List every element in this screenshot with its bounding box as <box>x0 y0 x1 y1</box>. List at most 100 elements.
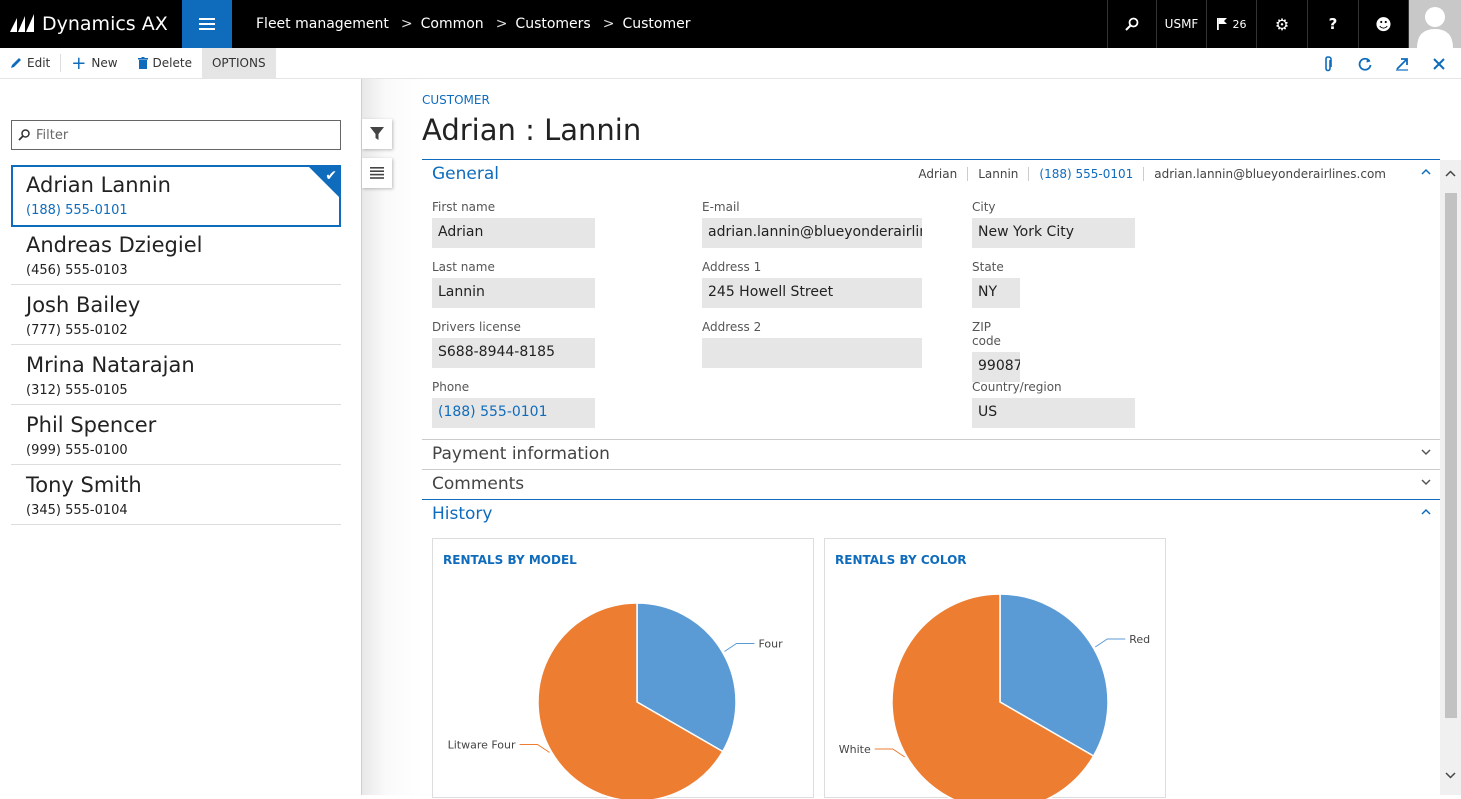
list-item[interactable]: Tony Smith (345) 555-0104 <box>11 465 341 525</box>
scroll-down-icon[interactable] <box>1445 771 1456 779</box>
hamburger-menu-button[interactable] <box>182 0 232 48</box>
last-name-input[interactable]: Lannin <box>432 278 595 308</box>
refresh-button[interactable] <box>1346 57 1383 71</box>
brand[interactable]: Dynamics AX <box>0 0 182 48</box>
first-name-input[interactable]: Adrian <box>432 218 595 248</box>
help-button[interactable]: ? <box>1307 0 1358 48</box>
refresh-icon <box>1358 57 1371 71</box>
phone-input[interactable]: (188) 555-0101 <box>432 398 595 428</box>
list-gutter <box>362 79 422 795</box>
company-picker[interactable]: USMF <box>1156 0 1206 48</box>
breadcrumb-separator-icon: > <box>495 16 508 32</box>
filter-button[interactable] <box>362 119 392 149</box>
close-button[interactable] <box>1420 57 1457 70</box>
top-bar: Dynamics AX Fleet management > Common > … <box>0 0 1461 48</box>
field-label: ZIP code <box>972 320 1001 348</box>
pie-leader-line <box>1094 638 1126 648</box>
drivers-license-input[interactable]: S688-8944-8185 <box>432 338 595 368</box>
customer-name: Andreas Dziegiel <box>26 233 203 257</box>
chevron-down-icon <box>1421 479 1431 486</box>
search-icon <box>18 129 30 141</box>
avatar[interactable] <box>1409 0 1461 48</box>
options-tab[interactable]: OPTIONS <box>201 47 276 79</box>
pie-chart-svg: Four Litware Four <box>448 602 783 799</box>
list-item[interactable]: Phil Spencer (999) 555-0100 <box>11 405 341 465</box>
scroll-up-icon[interactable] <box>1445 170 1456 178</box>
edit-label: Edit <box>27 56 51 70</box>
plus-icon: + <box>71 52 87 74</box>
action-pane: Edit + New Delete OPTIONS <box>0 47 1461 79</box>
state-input[interactable]: NY <box>972 278 1020 308</box>
list-item[interactable]: Josh Bailey (777) 555-0102 <box>11 285 341 345</box>
pie-leader-line <box>724 643 755 652</box>
pie-label: White <box>839 743 871 756</box>
breadcrumb-separator-icon: > <box>400 16 413 32</box>
company-label: USMF <box>1164 17 1199 31</box>
state-field: State NY <box>972 260 1020 308</box>
list-item[interactable]: Andreas Dziegiel (456) 555-0103 <box>11 225 341 285</box>
page-title: Adrian : Lannin <box>422 113 642 147</box>
list-item-selected[interactable]: ✔ Adrian Lannin (188) 555-0101 <box>11 165 341 227</box>
city-input[interactable]: New York City <box>972 218 1135 248</box>
customer-name: Phil Spencer <box>26 413 157 437</box>
scrollbar-thumb[interactable] <box>1445 193 1457 718</box>
delete-label: Delete <box>152 56 192 70</box>
user-icon <box>1409 0 1461 48</box>
search-icon <box>1125 17 1139 31</box>
vertical-scrollbar[interactable] <box>1440 160 1461 795</box>
address2-field: Address 2 <box>702 320 922 368</box>
payment-section[interactable]: Payment information <box>422 439 1440 469</box>
country-input[interactable]: US <box>972 398 1135 428</box>
filter-input[interactable]: Filter <box>11 120 341 150</box>
new-label: New <box>91 56 118 70</box>
paperclip-icon <box>1324 55 1332 71</box>
field-label: Last name <box>432 260 495 274</box>
attach-button[interactable] <box>1309 55 1346 72</box>
zip-input[interactable]: 99087 <box>972 352 1020 382</box>
edit-button[interactable]: Edit <box>0 48 60 79</box>
delete-button[interactable]: Delete <box>128 48 202 79</box>
list-item[interactable]: Mrina Natarajan (312) 555-0105 <box>11 345 341 405</box>
list-icon <box>370 167 384 179</box>
filter-placeholder: Filter <box>36 127 69 143</box>
address2-input[interactable] <box>702 338 922 368</box>
field-label: Phone <box>432 380 470 394</box>
customer-phone: (456) 555-0103 <box>26 263 128 278</box>
chevron-down-icon <box>1421 449 1431 456</box>
new-button[interactable]: + New <box>61 48 127 79</box>
trash-icon <box>137 57 148 69</box>
breadcrumb-item[interactable]: Fleet management <box>256 16 389 32</box>
settings-button[interactable]: ⚙ <box>1256 0 1307 48</box>
breadcrumb-item[interactable]: Customers <box>515 16 590 32</box>
section-header-history[interactable]: History <box>432 504 492 524</box>
dynamics-logo-icon <box>10 14 34 32</box>
checkmark-icon: ✔ <box>325 168 337 184</box>
pie-leader-line <box>519 744 550 753</box>
address1-field: Address 1 245 Howell Street <box>702 260 922 308</box>
gear-icon: ⚙ <box>1274 14 1290 34</box>
summary-phone[interactable]: (188) 555-0101 <box>1028 167 1143 181</box>
search-button[interactable] <box>1107 0 1156 48</box>
section-header-general[interactable]: General <box>432 164 499 184</box>
chevron-up-icon[interactable] <box>1420 166 1432 178</box>
notifications-button[interactable]: 26 <box>1206 0 1256 48</box>
breadcrumb-item[interactable]: Common <box>421 16 484 32</box>
city-field: City New York City <box>972 200 1135 248</box>
customer-phone: (999) 555-0100 <box>26 443 128 458</box>
breadcrumb: Fleet management > Common > Customers > … <box>256 0 690 48</box>
field-label: State <box>972 260 1004 274</box>
customer-name: Tony Smith <box>26 473 142 497</box>
email-input[interactable]: adrian.lannin@blueyonderairlines. <box>702 218 922 248</box>
field-label: Address 2 <box>702 320 762 334</box>
field-label: First name <box>432 200 496 214</box>
customer-name: Adrian Lannin <box>26 173 171 197</box>
list-view-button[interactable] <box>362 158 392 188</box>
comments-section[interactable]: Comments <box>422 469 1440 499</box>
pencil-icon <box>10 57 22 69</box>
address1-input[interactable]: 245 Howell Street <box>702 278 922 308</box>
help-icon: ? <box>1328 15 1338 33</box>
chevron-up-icon[interactable] <box>1420 506 1432 518</box>
feedback-button[interactable]: ☻ <box>1358 0 1409 48</box>
open-new-window-button[interactable] <box>1383 57 1420 71</box>
breadcrumb-item[interactable]: Customer <box>622 16 690 32</box>
